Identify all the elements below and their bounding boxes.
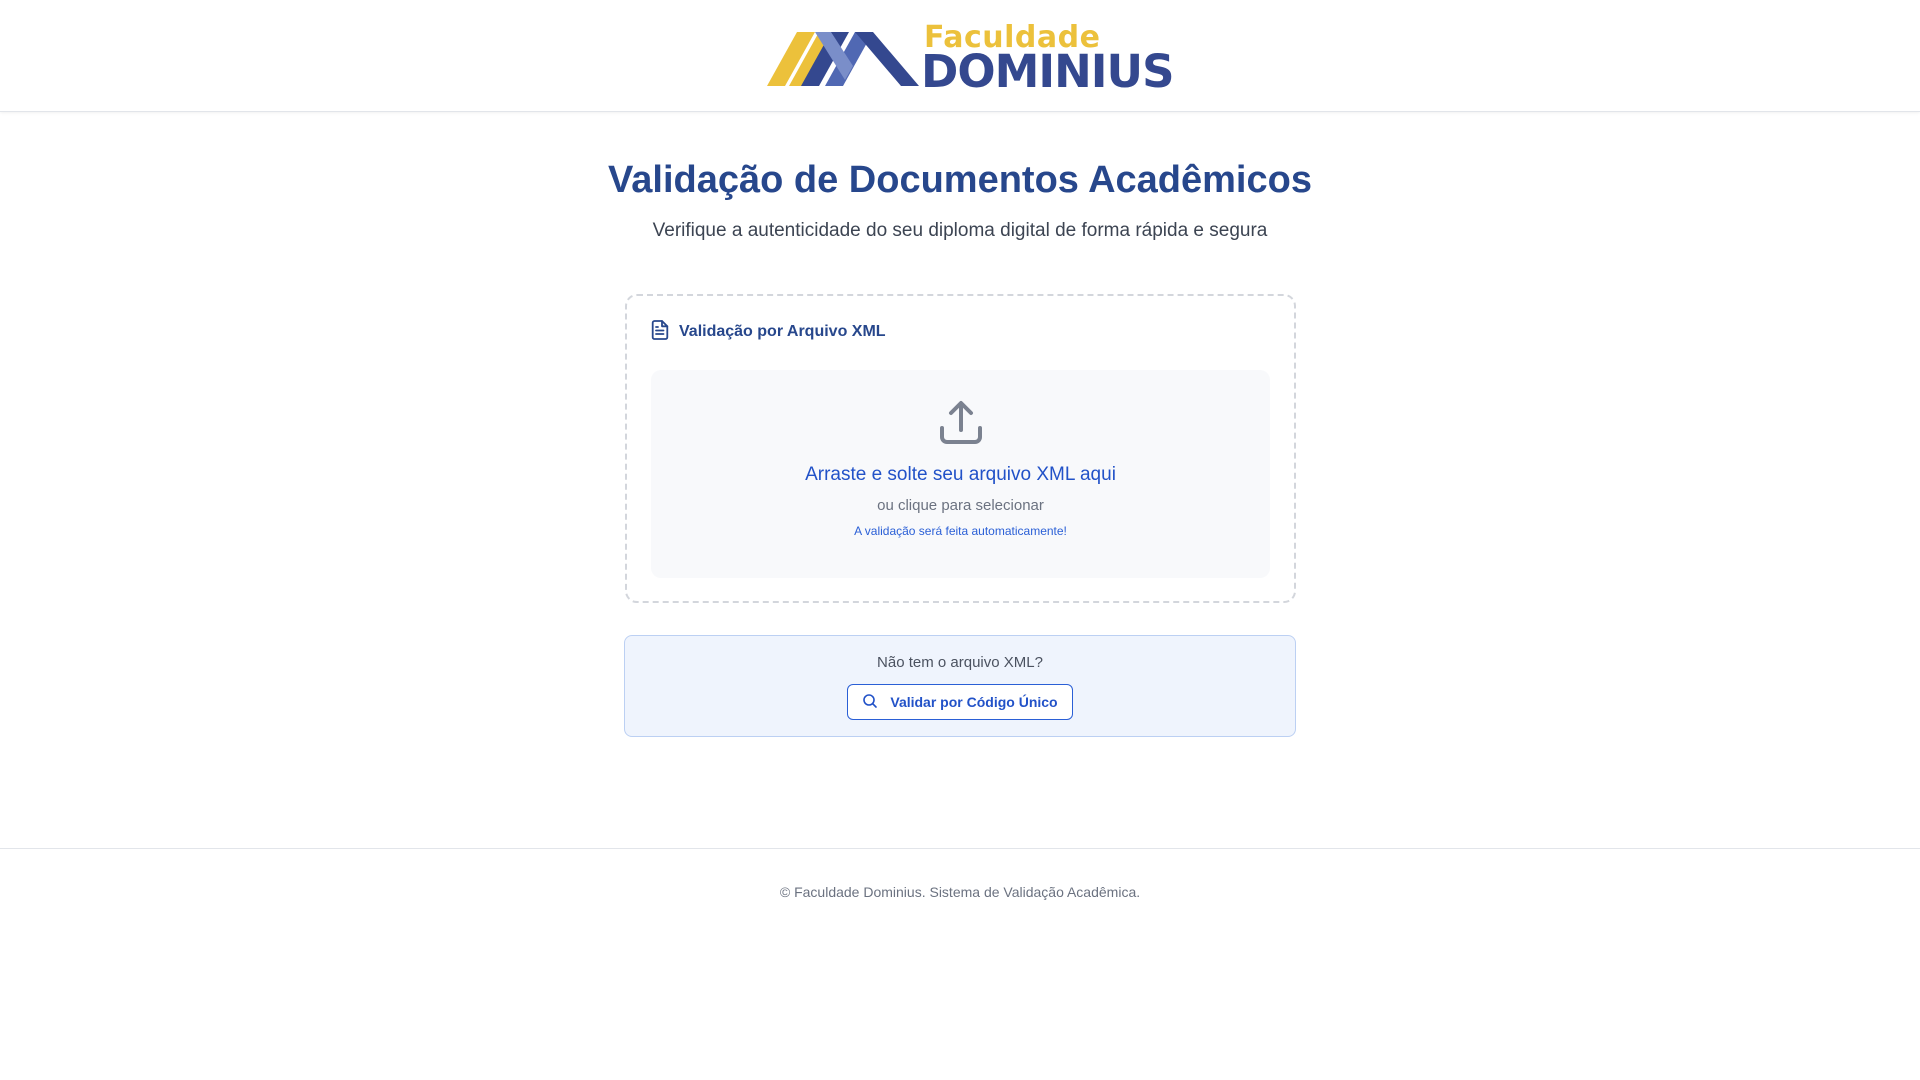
dropzone-title: Arraste e solte seu arquivo XML aqui [805,464,1116,485]
xml-validation-card: Validação por Arquivo XML Arraste e solt… [625,294,1296,603]
xml-dropzone[interactable]: Arraste e solte seu arquivo XML aqui ou … [651,370,1270,578]
logo-text-dominius: DOMINIUS [921,45,1174,98]
card-title: Validação por Arquivo XML [679,323,886,340]
faculdade-dominius-logo[interactable]: Faculdade DOMINIUS [767,22,1174,97]
site-footer: © Faculdade Dominius. Sistema de Validaç… [0,848,1920,1080]
footer-copyright: © Faculdade Dominius. Sistema de Validaç… [779,884,1141,900]
validate-by-code-button[interactable]: Validar por Código Único [847,684,1073,720]
upload-icon [938,400,984,446]
logo-mark-icon [767,32,919,86]
file-text-icon [651,319,669,345]
code-question: Não tem o arquivo XML? [877,654,1043,671]
validate-by-code-label: Validar por Código Único [890,694,1058,710]
dropzone-subtitle: ou clique para selecionar [877,497,1044,514]
page-title: Validação de Documentos Acadêmicos [608,159,1312,201]
search-icon [862,693,878,712]
dropzone-note: A validação será feita automaticamente! [854,524,1067,538]
site-header: Faculdade DOMINIUS [0,0,1920,112]
code-validation-box: Não tem o arquivo XML? Validar por Códig… [624,635,1296,737]
page-subtitle: Verifique a autenticidade do seu diploma… [652,220,1268,241]
card-header: Validação por Arquivo XML [651,319,886,345]
